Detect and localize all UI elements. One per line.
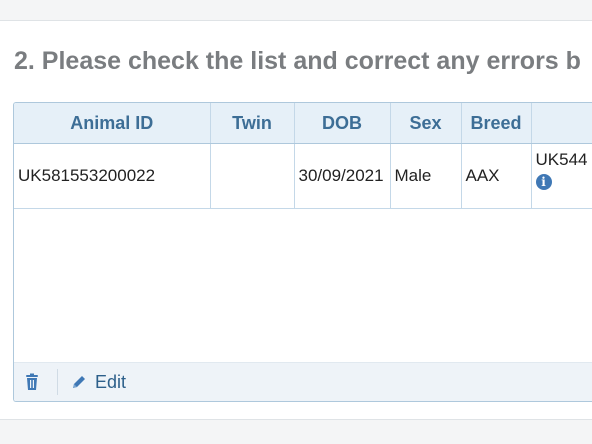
delete-button[interactable] [24,371,40,393]
column-header-dob[interactable]: DOB [294,103,391,144]
cell-extra[interactable]: UK544 i [531,143,592,209]
column-header-sex[interactable]: Sex [390,103,462,144]
column-header-animal-id[interactable]: Animal ID [14,103,211,144]
column-header-extra[interactable] [531,103,592,144]
trash-icon [26,373,38,390]
cell-animal-id[interactable]: UK581553200022 [14,143,211,209]
column-header-breed[interactable]: Breed [461,103,532,144]
info-icon[interactable]: i [535,174,552,190]
column-header-twin[interactable]: Twin [210,103,295,144]
cell-dob[interactable]: 30/09/2021 [294,143,391,209]
edit-button[interactable]: Edit [71,371,126,393]
animal-table: Animal ID Twin DOB Sex Breed UK581553200… [14,103,592,209]
animal-grid: Animal ID Twin DOB Sex Breed UK581553200… [13,102,592,402]
check-list-panel: 2. Please check the list and correct any… [0,20,592,420]
cell-sex[interactable]: Male [390,143,462,209]
table-row[interactable]: UK581553200022 30/09/2021 Male AAX UK544… [14,143,592,209]
step-title: 2. Please check the list and correct any… [14,47,581,75]
toolbar-separator [57,369,58,395]
cell-extra-value: UK544 [535,150,588,169]
edit-button-label: Edit [95,371,127,392]
table-header-row: Animal ID Twin DOB Sex Breed [14,103,592,144]
cell-twin[interactable] [210,143,295,209]
cell-breed[interactable]: AAX [461,143,532,209]
grid-toolbar: Edit [14,362,592,401]
pencil-icon [73,376,85,388]
